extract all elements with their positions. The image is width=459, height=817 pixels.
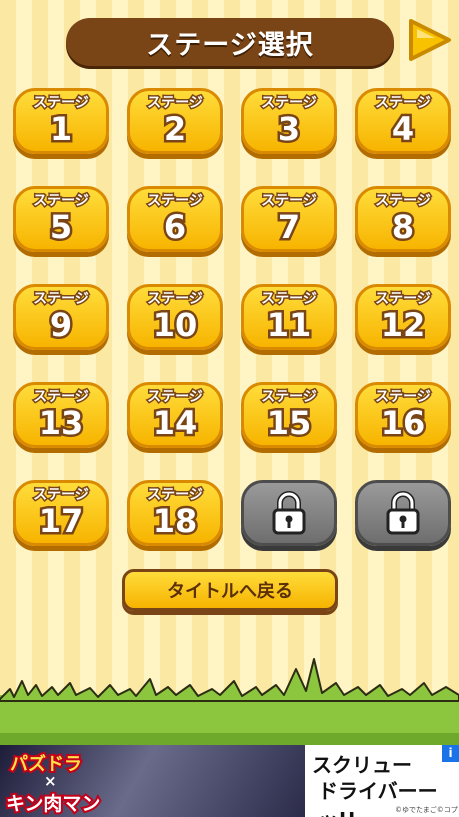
- stage-button-17[interactable]: ステージ 17: [13, 480, 109, 546]
- stage-button-13[interactable]: ステージ 13: [13, 382, 109, 448]
- stage-label: ステージ: [260, 94, 319, 113]
- stage-number: 4: [389, 109, 416, 150]
- stage-number: 1: [47, 109, 74, 150]
- stage-button-5[interactable]: ステージ 5: [13, 186, 109, 252]
- stage-number: 15: [264, 403, 313, 444]
- locked-stage-button[interactable]: [355, 480, 451, 546]
- ad-info-icon[interactable]: i: [442, 745, 459, 762]
- stage-number: 10: [150, 305, 199, 346]
- stage-number: 9: [47, 305, 74, 346]
- next-arrow-icon[interactable]: [405, 16, 453, 64]
- stage-label: ステージ: [374, 388, 433, 407]
- stage-button-8[interactable]: ステージ 8: [355, 186, 451, 252]
- stage-button-12[interactable]: ステージ 12: [355, 284, 451, 350]
- stage-label: ステージ: [32, 192, 91, 211]
- stage-number: 14: [150, 403, 199, 444]
- stage-number: 17: [36, 501, 85, 542]
- stage-label: ステージ: [260, 192, 319, 211]
- stage-button-9[interactable]: ステージ 9: [13, 284, 109, 350]
- stage-number: 6: [161, 207, 188, 248]
- stage-button-6[interactable]: ステージ 6: [127, 186, 223, 252]
- padlock-icon: [386, 491, 420, 535]
- stage-label: ステージ: [146, 388, 205, 407]
- stage-label: ステージ: [374, 94, 433, 113]
- stage-number: 16: [378, 403, 427, 444]
- stage-button-18[interactable]: ステージ 18: [127, 480, 223, 546]
- stage-number: 18: [150, 501, 199, 542]
- back-to-title-label: タイトルへ戻る: [167, 581, 293, 602]
- stage-number: 5: [47, 207, 74, 248]
- locked-stage-button[interactable]: [241, 480, 337, 546]
- stage-label: ステージ: [374, 192, 433, 211]
- stage-label: ステージ: [146, 290, 205, 309]
- stage-label: ステージ: [146, 94, 205, 113]
- padlock-icon: [272, 491, 306, 535]
- stage-number: 11: [264, 305, 313, 346]
- stage-button-1[interactable]: ステージ 1: [13, 88, 109, 154]
- back-to-title-button[interactable]: タイトルへ戻る: [122, 569, 338, 611]
- ad-text-line1: スクリュー: [312, 753, 412, 777]
- stage-button-10[interactable]: ステージ 10: [127, 284, 223, 350]
- stage-number: 8: [389, 207, 416, 248]
- ad-copyright: ©ゆでたまご©コプロ: [395, 806, 458, 817]
- stage-button-3[interactable]: ステージ 3: [241, 88, 337, 154]
- stage-button-14[interactable]: ステージ 14: [127, 382, 223, 448]
- stage-label: ステージ: [146, 192, 205, 211]
- ad-logo-cross: ×: [44, 772, 57, 790]
- stage-label: ステージ: [260, 388, 319, 407]
- stage-button-11[interactable]: ステージ 11: [241, 284, 337, 350]
- title-bar: ステージ選択: [66, 18, 394, 66]
- ad-logo-bottom: キン肉マン: [4, 791, 102, 817]
- stage-label: ステージ: [146, 486, 205, 505]
- stage-button-2[interactable]: ステージ 2: [127, 88, 223, 154]
- stage-label: ステージ: [260, 290, 319, 309]
- ad-banner[interactable]: パズドラ × キン肉マン スクリュー ドライバーーッ!! ©ゆでたまご©コプロ …: [0, 745, 459, 817]
- stage-number: 2: [161, 109, 188, 150]
- stage-button-4[interactable]: ステージ 4: [355, 88, 451, 154]
- stage-number: 12: [378, 305, 427, 346]
- stage-number: 7: [275, 207, 302, 248]
- page-title: ステージ選択: [146, 29, 314, 61]
- stage-label: ステージ: [374, 290, 433, 309]
- stage-label: ステージ: [32, 486, 91, 505]
- stage-button-7[interactable]: ステージ 7: [241, 186, 337, 252]
- stage-button-15[interactable]: ステージ 15: [241, 382, 337, 448]
- grass-ground: [0, 658, 459, 745]
- stage-label: ステージ: [32, 94, 91, 113]
- stage-number: 13: [36, 403, 85, 444]
- stage-button-16[interactable]: ステージ 16: [355, 382, 451, 448]
- stage-label: ステージ: [32, 290, 91, 309]
- stage-label: ステージ: [32, 388, 91, 407]
- stage-number: 3: [275, 109, 302, 150]
